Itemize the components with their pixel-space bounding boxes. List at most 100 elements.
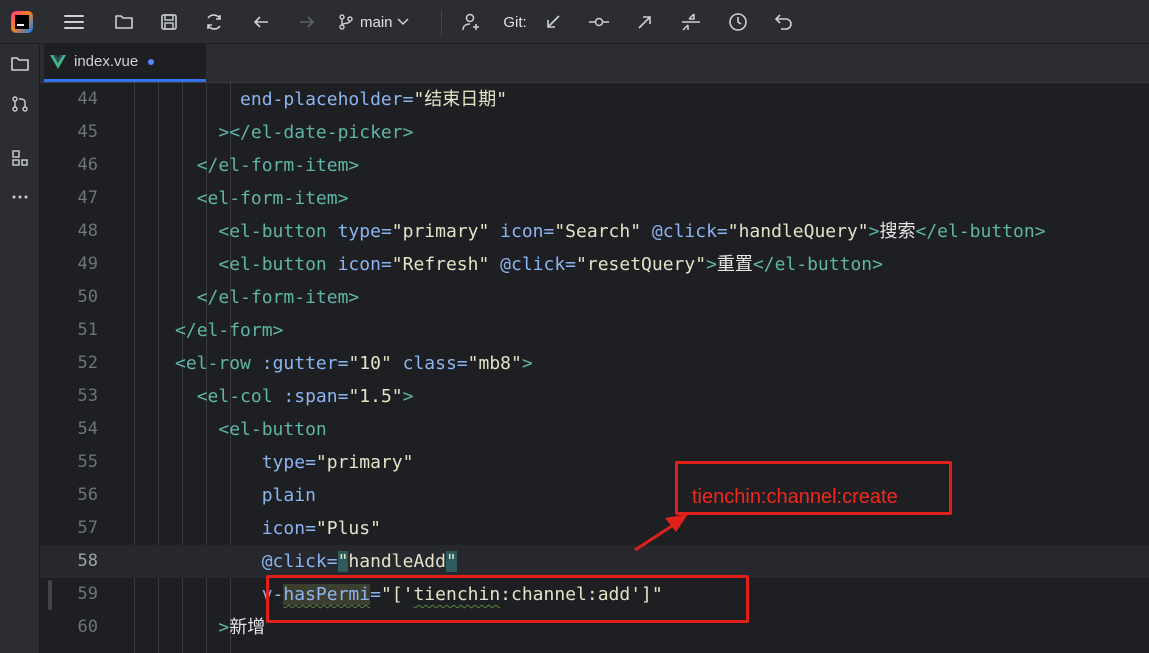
- activity-bar: [0, 44, 40, 653]
- code-token: </el-button>: [915, 221, 1046, 242]
- line-number: 50: [77, 287, 98, 307]
- more-options-icon[interactable]: [0, 179, 40, 215]
- line-number: 58: [77, 551, 98, 571]
- code-token: "primary": [391, 221, 501, 242]
- chevron-down-icon: [396, 18, 409, 26]
- sync-icon[interactable]: [200, 0, 228, 44]
- structure-icon[interactable]: [0, 140, 40, 176]
- code-token: "Plus": [315, 518, 381, 539]
- line-number: 54: [77, 419, 98, 439]
- code-text: @click="handleAdd": [110, 545, 457, 578]
- code-line[interactable]: 45 ></el-date-picker>: [40, 116, 1149, 149]
- code-text: plain: [110, 479, 316, 512]
- code-text: icon="Plus": [110, 512, 381, 545]
- git-commit-icon[interactable]: [586, 0, 612, 44]
- tab-index-vue[interactable]: index.vue: [44, 44, 206, 82]
- code-line[interactable]: 46 </el-form-item>: [40, 149, 1149, 182]
- hamburger-menu-icon[interactable]: [60, 0, 88, 44]
- line-number: 55: [77, 452, 98, 472]
- code-line[interactable]: 53 <el-col :span="1.5">: [40, 380, 1149, 413]
- code-token: 新增: [229, 617, 266, 638]
- code-token: @click=: [261, 551, 338, 572]
- code-text: ></el-date-picker>: [110, 116, 413, 149]
- rollback-icon[interactable]: [771, 0, 797, 44]
- code-token: "primary": [315, 452, 414, 473]
- code-line[interactable]: 56 plain: [40, 479, 1149, 512]
- code-text: </el-form-item>: [110, 149, 360, 182]
- code-token: >: [521, 353, 533, 374]
- git-label: Git:: [503, 13, 527, 31]
- code-text: <el-button: [110, 413, 327, 446]
- code-token: <el-button: [218, 419, 327, 440]
- code-line[interactable]: 44 end-placeholder="结束日期": [40, 83, 1149, 116]
- code-line[interactable]: 49 <el-button icon="Refresh" @click="res…: [40, 248, 1149, 281]
- line-number: 51: [77, 320, 98, 340]
- branch-icon: [339, 14, 353, 30]
- code-token: "handleQuery": [727, 221, 869, 242]
- code-token: icon=: [261, 518, 316, 539]
- editor-tab-bar: index.vue: [40, 44, 1149, 83]
- code-token: ": [445, 551, 457, 572]
- code-token: <el-form-item>: [196, 188, 349, 209]
- code-token: </el-form>: [175, 320, 284, 341]
- code-text: type="primary": [110, 446, 414, 479]
- modified-indicator: [148, 58, 155, 65]
- code-token: >: [706, 254, 717, 275]
- git-merge-icon[interactable]: [678, 0, 704, 44]
- code-token: icon=: [337, 254, 392, 275]
- code-line[interactable]: 57 icon="Plus": [40, 512, 1149, 545]
- line-number: 60: [77, 617, 98, 637]
- forward-arrow-icon[interactable]: [293, 0, 321, 44]
- history-clock-icon[interactable]: [725, 0, 751, 44]
- add-user-icon[interactable]: [458, 0, 484, 44]
- code-token: <el-row: [175, 353, 262, 374]
- code-editor[interactable]: 44 end-placeholder="结束日期" 45 ></el-date-p…: [40, 83, 1149, 653]
- save-icon[interactable]: [155, 0, 183, 44]
- line-number: 48: [77, 221, 98, 241]
- code-line[interactable]: 50 </el-form-item>: [40, 281, 1149, 314]
- code-token: </el-button>: [752, 254, 883, 275]
- code-token: "Search": [554, 221, 652, 242]
- annotation-label: tienchin:channel:create: [692, 486, 898, 508]
- git-update-icon[interactable]: [540, 0, 566, 44]
- code-token: "resetQuery": [576, 254, 707, 275]
- code-token: handleAdd: [348, 551, 446, 572]
- code-token: <el-button: [218, 254, 338, 275]
- pull-requests-icon[interactable]: [0, 86, 40, 122]
- code-text: end-placeholder="结束日期": [110, 83, 507, 116]
- code-text: </el-form>: [110, 314, 283, 347]
- code-token: ></el-date-picker>: [218, 122, 414, 143]
- line-number: 45: [77, 122, 98, 142]
- code-line[interactable]: 48 <el-button type="primary" icon="Searc…: [40, 215, 1149, 248]
- code-text: </el-form-item>: [110, 281, 360, 314]
- code-token: @click=: [500, 254, 577, 275]
- annotation-box-code: [266, 575, 749, 623]
- code-line[interactable]: 47 <el-form-item>: [40, 182, 1149, 215]
- code-token: type=: [261, 452, 316, 473]
- code-token: "mb8": [467, 353, 522, 374]
- code-token: "结束日期": [413, 89, 508, 110]
- code-token: end-placeholder=: [240, 89, 414, 110]
- project-folder-icon[interactable]: [0, 46, 40, 82]
- gutter-change-marker[interactable]: [48, 580, 52, 610]
- open-folder-icon[interactable]: [110, 0, 138, 44]
- code-token: :span=: [283, 386, 349, 407]
- line-number: 57: [77, 518, 98, 538]
- app-logo-icon[interactable]: [11, 11, 33, 33]
- back-arrow-icon[interactable]: [247, 0, 275, 44]
- code-text: <el-form-item>: [110, 182, 349, 215]
- code-line[interactable]: 51 </el-form>: [40, 314, 1149, 347]
- code-line[interactable]: 54 <el-button: [40, 413, 1149, 446]
- git-push-icon[interactable]: [632, 0, 658, 44]
- code-token: icon=: [500, 221, 555, 242]
- main-toolbar: main Git:: [0, 0, 1149, 44]
- code-token: @click=: [651, 221, 728, 242]
- code-token: class=: [402, 353, 468, 374]
- code-line[interactable]: 55 type="primary": [40, 446, 1149, 479]
- code-token: "Refresh": [391, 254, 501, 275]
- branch-selector[interactable]: main: [338, 0, 430, 44]
- code-token: plain: [261, 485, 316, 506]
- code-line[interactable]: 52 <el-row :gutter="10" class="mb8">: [40, 347, 1149, 380]
- code-token: "1.5": [348, 386, 403, 407]
- code-line[interactable]: 58 @click="handleAdd": [40, 545, 1149, 578]
